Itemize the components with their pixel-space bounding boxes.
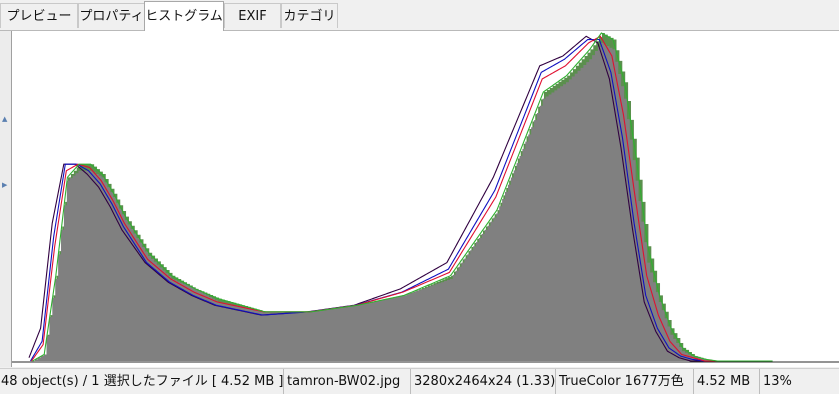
status-object-count: 48 object(s) / 1 選択したファイル [ 4.52 MB ] [0, 369, 284, 394]
arrow-up-icon[interactable]: ▲ [2, 115, 8, 123]
arrow-down-icon[interactable]: ▶ [2, 181, 8, 189]
tab-properties[interactable]: プロパティ [78, 3, 145, 28]
status-dimensions: 3280x2464x24 (1.33) [411, 369, 556, 394]
tab-category[interactable]: カテゴリ [281, 3, 338, 28]
status-filename: tamron-BW02.jpg [284, 369, 411, 394]
histogram-chart [12, 32, 839, 363]
histogram-panel [11, 31, 839, 367]
luminance-bars [32, 42, 775, 362]
status-zoom: 13% [763, 374, 792, 389]
tab-exif[interactable]: EXIF [224, 3, 281, 28]
status-file-size: 4.52 MB [694, 369, 760, 394]
tab-histogram[interactable]: ヒストグラム [144, 1, 224, 31]
tab-preview[interactable]: プレビュー [0, 3, 78, 28]
status-color-mode: TrueColor 1677万色 [556, 369, 694, 394]
tab-bar: プレビュー プロパティ ヒストグラム EXIF カテゴリ [0, 0, 839, 31]
status-bar: 48 object(s) / 1 選択したファイル [ 4.52 MB ] ta… [0, 368, 839, 394]
